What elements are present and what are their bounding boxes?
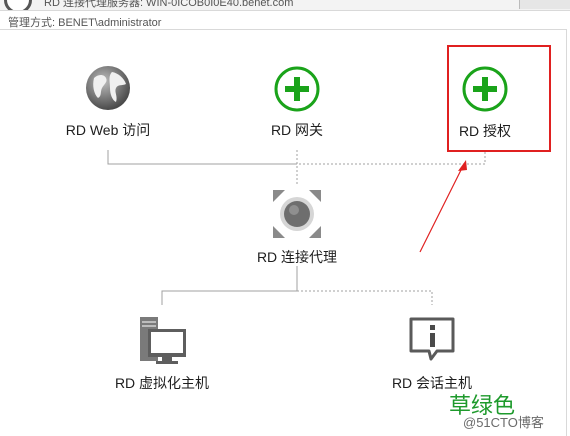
rd-web-access-label: RD Web 访问 [65,122,151,138]
rd-connection-broker-node[interactable]: RD 连接代理 [237,188,357,267]
session-info-icon [409,317,455,361]
rd-virtualization-host-label: RD 虚拟化主机 [114,375,210,391]
rd-virtualization-host-node[interactable]: RD 虚拟化主机 [102,315,222,393]
watermark-source: @51CTO博客 [463,415,544,430]
monitor-server-icon [140,317,186,364]
rd-session-host-node[interactable]: RD 会话主机 [372,315,492,393]
highlight-box [447,45,551,152]
rd-connection-broker-label: RD 连接代理 [256,249,338,265]
add-circle-icon [274,66,320,112]
rd-web-access-node[interactable]: RD Web 访问 [58,64,158,140]
globe-icon [86,66,130,110]
rd-gateway-label: RD 网关 [270,122,324,138]
broker-icon [273,190,321,238]
rd-gateway-node[interactable]: RD 网关 [247,66,347,140]
